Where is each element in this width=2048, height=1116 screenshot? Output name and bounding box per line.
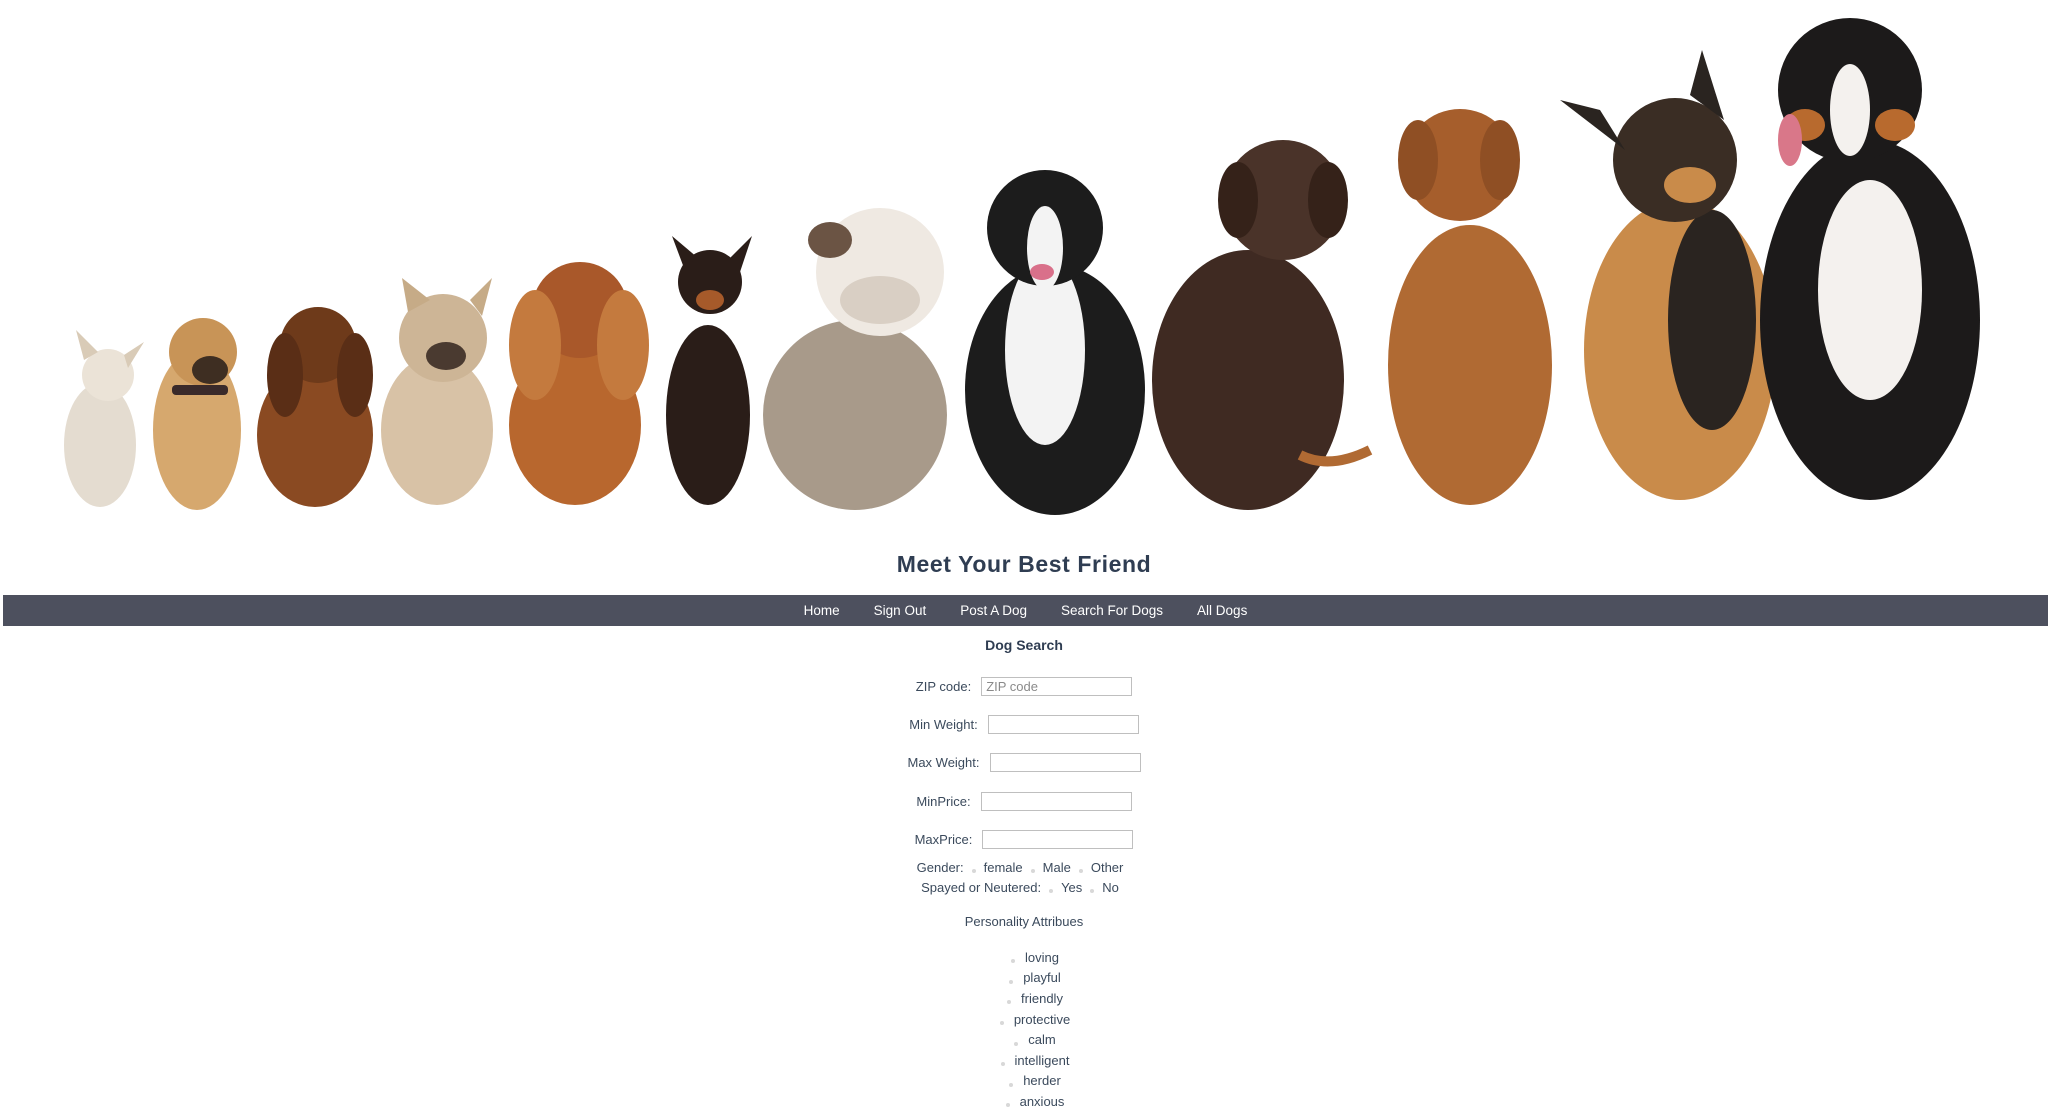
attribute-anxious-option[interactable]: anxious (0, 1091, 2048, 1112)
zip-code-label: ZIP code: (915, 678, 972, 694)
personality-attributes-list: loving playful friendly protective calm … (0, 947, 2048, 1112)
german-shepherd-figure (1560, 50, 1776, 500)
checkbox-dot (1014, 1041, 1019, 1046)
attribute-label: calm (1028, 1032, 1056, 1048)
attribute-intelligent-option[interactable]: intelligent (0, 1050, 2048, 1071)
min-weight-label: Min Weight: (909, 716, 978, 732)
attribute-label: loving (1025, 949, 1059, 965)
attribute-label: herder (1023, 1073, 1061, 1089)
border-collie-figure (965, 170, 1145, 515)
attribute-calm-option[interactable]: calm (0, 1029, 2048, 1050)
max-weight-input[interactable] (989, 752, 1141, 772)
zip-code-row: ZIP code: (0, 674, 2048, 698)
min-price-row: MinPrice: (0, 789, 2048, 813)
cavalier-figure (509, 262, 649, 505)
form-title: Dog Search (985, 637, 1063, 653)
french-bulldog-figure (381, 278, 493, 505)
gender-female-radio[interactable]: female (971, 859, 1023, 875)
attribute-friendly-option[interactable]: friendly (0, 988, 2048, 1009)
attribute-label: friendly (1021, 990, 1063, 1006)
gender-male-radio[interactable]: Male (1030, 859, 1071, 875)
radio-dot (1090, 889, 1095, 893)
checkbox-dot (1009, 979, 1014, 984)
spayed-yes-radio[interactable]: Yes (1049, 880, 1082, 895)
max-weight-label: Max Weight: (907, 754, 980, 770)
dog-banner-image (0, 0, 2048, 540)
min-price-label: MinPrice: (916, 793, 971, 809)
min-price-input[interactable] (980, 791, 1132, 811)
max-weight-row: Max Weight: (0, 750, 2048, 774)
gender-other-radio[interactable]: Other (1078, 859, 1124, 875)
spayed-yes-label: Yes (1061, 879, 1083, 895)
radio-dot (1030, 869, 1035, 873)
dog-row-illustration (64, 18, 1980, 515)
attribute-protective-option[interactable]: protective (0, 1009, 2048, 1030)
max-price-input[interactable] (982, 829, 1134, 849)
checkbox-dot (999, 1021, 1004, 1026)
personality-attributes-title: Personality Attribues (964, 914, 1084, 929)
attribute-label: anxious (1019, 1093, 1065, 1109)
attribute-label: intelligent (1014, 1052, 1070, 1068)
chihuahua-figure (64, 330, 144, 507)
nav-all-dogs-link[interactable]: All Dogs (1197, 603, 1247, 618)
radio-dot (1049, 889, 1054, 893)
attribute-herder-option[interactable]: herder (0, 1071, 2048, 1092)
radio-dot (971, 869, 976, 873)
site-title: Meet Your Best Friend (896, 551, 1152, 577)
checkbox-dot (1007, 1000, 1012, 1005)
spayed-radio-group: Spayed or Neutered: Yes No (0, 878, 2048, 896)
min-pin-figure (666, 236, 752, 505)
radio-dot (1078, 869, 1083, 873)
checkbox-dot (1005, 1103, 1010, 1108)
dachshund-figure (257, 307, 373, 507)
nav-post-a-dog-link[interactable]: Post A Dog (960, 603, 1027, 618)
min-weight-input[interactable] (987, 714, 1139, 734)
nav-sign-out-link[interactable]: Sign Out (874, 603, 927, 618)
attribute-loving-option[interactable]: loving (0, 947, 2048, 968)
checkbox-dot (1009, 1082, 1014, 1087)
attribute-label: protective (1013, 1011, 1071, 1027)
zip-code-input[interactable] (981, 676, 1133, 696)
gender-female-label: female (983, 859, 1023, 875)
max-price-row: MaxPrice: (0, 827, 2048, 851)
bulldog-figure (763, 208, 947, 510)
attribute-playful-option[interactable]: playful (0, 968, 2048, 989)
spayed-no-label: No (1102, 879, 1119, 895)
nav-home-link[interactable]: Home (804, 603, 840, 618)
puggle-figure (153, 318, 241, 510)
main-navbar: Home Sign Out Post A Dog Search For Dogs… (3, 595, 2048, 626)
gender-label: Gender: (916, 859, 964, 875)
checkbox-dot (1011, 959, 1016, 964)
bernese-figure (1760, 18, 1980, 500)
labrador-figure (1152, 140, 1348, 510)
gender-radio-group: Gender: female Male Other (0, 858, 2048, 876)
gender-male-label: Male (1042, 859, 1071, 875)
gender-other-label: Other (1090, 859, 1124, 875)
attribute-label: playful (1023, 970, 1061, 986)
max-price-label: MaxPrice: (914, 831, 973, 847)
spayed-no-radio[interactable]: No (1090, 880, 1119, 895)
nav-search-for-dogs-link[interactable]: Search For Dogs (1061, 603, 1163, 618)
spayed-label: Spayed or Neutered: (921, 879, 1042, 895)
checkbox-dot (1000, 1062, 1005, 1067)
min-weight-row: Min Weight: (0, 712, 2048, 736)
